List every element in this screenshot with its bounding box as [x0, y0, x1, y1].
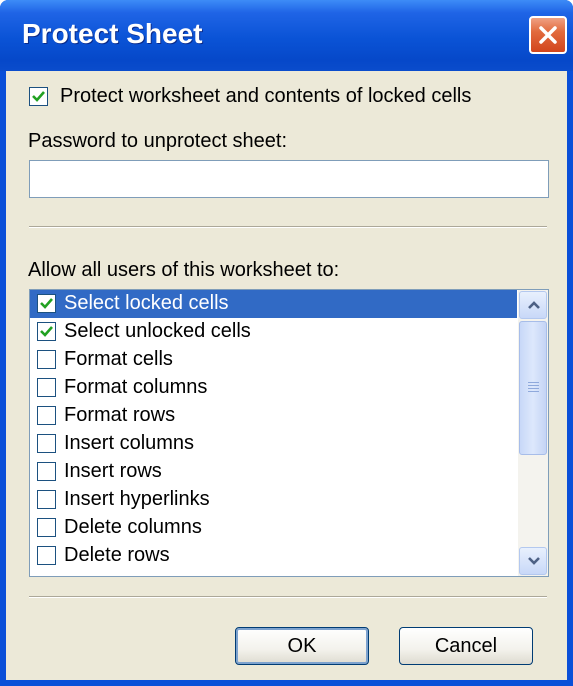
list-item-checkbox[interactable]: [37, 546, 56, 565]
list-item-insert-rows[interactable]: Insert rows: [30, 458, 517, 486]
title-bar[interactable]: Protect Sheet: [0, 0, 573, 71]
vertical-scrollbar[interactable]: [518, 290, 548, 576]
scroll-grip: [528, 388, 539, 389]
list-item-insert-columns[interactable]: Insert columns: [30, 430, 517, 458]
list-item-checkbox[interactable]: [37, 294, 56, 313]
checkmark-icon: [40, 326, 53, 337]
scroll-grip: [528, 391, 539, 392]
list-item-label: Select unlocked cells: [64, 320, 251, 342]
list-item-checkbox[interactable]: [37, 406, 56, 425]
list-item-label: Select locked cells: [64, 292, 229, 314]
chevron-down-icon: [528, 557, 540, 565]
checkmark-icon: [32, 91, 45, 102]
scroll-thumb[interactable]: [519, 321, 547, 455]
list-item-label: Format columns: [64, 376, 208, 398]
list-item-label: Insert rows: [64, 460, 162, 482]
password-label: Password to unprotect sheet:: [28, 130, 288, 152]
scroll-grip: [528, 385, 539, 386]
list-item-label: Delete rows: [64, 544, 170, 566]
scroll-down-button[interactable]: [519, 547, 547, 575]
scroll-up-button[interactable]: [519, 291, 547, 319]
separator-top: [29, 226, 547, 228]
checkmark-icon: [40, 298, 53, 309]
list-item-delete-columns[interactable]: Delete columns: [30, 514, 517, 542]
list-item-delete-rows[interactable]: Delete rows: [30, 542, 517, 570]
list-item-label: Format cells: [64, 348, 173, 370]
list-item-checkbox[interactable]: [37, 518, 56, 537]
list-item-label: Format rows: [64, 404, 176, 426]
list-item-label: Delete columns: [64, 516, 202, 538]
list-item-insert-hyperlinks[interactable]: Insert hyperlinks: [30, 486, 517, 514]
ok-button[interactable]: OK: [235, 627, 369, 665]
protect-sheet-dialog: Protect Sheet Protect worksheet and cont…: [0, 0, 573, 686]
close-icon: [539, 26, 557, 44]
list-item-format-rows[interactable]: Format rows: [30, 402, 517, 430]
list-item-checkbox[interactable]: [37, 378, 56, 397]
permissions-list[interactable]: Select locked cells Select unlocked cell…: [29, 289, 549, 577]
close-button[interactable]: [529, 16, 567, 54]
list-item-format-cells[interactable]: Format cells: [30, 346, 517, 374]
permissions-label: Allow all users of this worksheet to:: [28, 259, 340, 281]
list-item-label: Insert columns: [64, 432, 195, 454]
list-item-select-unlocked-cells[interactable]: Select unlocked cells: [30, 318, 517, 346]
list-item-format-columns[interactable]: Format columns: [30, 374, 517, 402]
window-title: Protect Sheet: [22, 18, 203, 49]
list-item-checkbox[interactable]: [37, 490, 56, 509]
protect-worksheet-label[interactable]: Protect worksheet and contents of locked…: [60, 85, 471, 108]
list-item-checkbox[interactable]: [37, 322, 56, 341]
list-item-checkbox[interactable]: [37, 462, 56, 481]
list-item-checkbox[interactable]: [37, 350, 56, 369]
separator-bottom: [29, 596, 547, 598]
list-item-checkbox[interactable]: [37, 434, 56, 453]
dialog-body: Protect worksheet and contents of locked…: [6, 71, 567, 680]
cancel-button[interactable]: Cancel: [399, 627, 533, 665]
list-item-select-locked-cells[interactable]: Select locked cells: [30, 290, 517, 318]
scroll-grip: [528, 382, 539, 383]
password-input[interactable]: [29, 160, 549, 198]
chevron-up-icon: [528, 301, 540, 309]
list-item-label: Insert hyperlinks: [64, 488, 210, 510]
protect-worksheet-checkbox[interactable]: [29, 87, 48, 106]
